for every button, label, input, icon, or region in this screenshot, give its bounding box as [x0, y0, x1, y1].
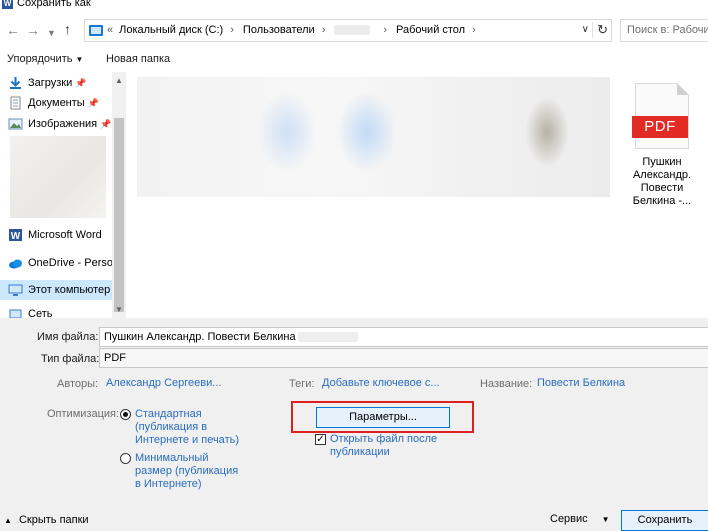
pdf-badge: PDF	[632, 116, 688, 138]
address-bar[interactable]: « Локальный диск (C:) › Пользователи › ›…	[84, 19, 612, 42]
recent-dropdown-icon[interactable]: ▼	[47, 25, 56, 41]
back-arrow-icon[interactable]: ←	[6, 22, 20, 38]
title-value[interactable]: Повести Белкина	[537, 377, 625, 389]
sidebar-item-label: OneDrive - Personal	[28, 257, 116, 269]
window-title: Сохранить как	[17, 0, 91, 9]
hide-folders-label: Скрыть папки	[18, 514, 89, 526]
title-bar: W Сохранить как	[0, 0, 708, 14]
sidebar-item-documents[interactable]: Документы 📌	[8, 93, 116, 113]
caret-up-icon: ▲	[4, 516, 12, 525]
forward-arrow-icon[interactable]: →	[26, 22, 40, 38]
word-app-icon: W	[2, 0, 13, 9]
annotation-highlight-box	[291, 401, 474, 433]
filename-blurred-part	[297, 332, 358, 343]
option-minimal-line: в Интернете)	[135, 478, 202, 490]
computer-icon	[89, 25, 103, 36]
filename-value: Пушкин Александр. Повести Белкина	[104, 331, 296, 343]
page-fold	[677, 83, 689, 95]
option-standard-line: Стандартная	[135, 408, 202, 420]
filename-label: Имя файла:	[37, 331, 99, 343]
option-standard-text[interactable]: Стандартная (публикация в Интернете и пе…	[135, 408, 239, 447]
open-after-publish-line: публикации	[330, 446, 390, 458]
word-icon: W	[8, 228, 23, 242]
search-input[interactable]: Поиск в: Рабочий стол	[620, 19, 708, 42]
svg-text:W: W	[11, 231, 21, 242]
filetype-select[interactable]: PDF	[99, 348, 708, 368]
breadcrumb: « Локальный диск (C:) › Пользователи › ›…	[107, 24, 485, 36]
filetype-label: Тип файла:	[41, 353, 100, 365]
sidebar-item-word[interactable]: W Microsoft Word	[8, 225, 116, 245]
sidebar-item-onedrive[interactable]: OneDrive - Personal	[8, 253, 116, 273]
sidebar-item-label: Загрузки	[28, 77, 73, 89]
option-minimal-line: Минимальный	[135, 452, 209, 464]
sidebar-scrollbar[interactable]: ▲ ▼	[112, 72, 126, 318]
hide-folders-toggle[interactable]: ▲ Скрыть папки	[4, 514, 89, 526]
onedrive-icon	[8, 256, 23, 270]
pin-icon[interactable]: 📌	[88, 98, 99, 109]
scroll-down-icon[interactable]: ▼	[115, 305, 123, 314]
filename-input[interactable]: Пушкин Александр. Повести Белкина	[99, 327, 708, 347]
refresh-icon[interactable]: ↻	[592, 22, 608, 38]
pdf-file-icon[interactable]: PDF	[632, 83, 689, 149]
crumb-desktop[interactable]: Рабочий стол	[396, 24, 465, 36]
chevron-down-icon[interactable]: ∨	[582, 24, 589, 35]
computer-icon	[8, 283, 23, 297]
pin-icon[interactable]: 📌	[75, 78, 86, 89]
overflow-chevron-icon[interactable]: «	[107, 24, 113, 36]
chevron-right-icon[interactable]: ›	[383, 24, 387, 36]
sidebar-item-label: Microsoft Word	[28, 229, 102, 241]
blurred-sidebar-region	[10, 136, 106, 218]
open-after-publish-text[interactable]: Открыть файл после публикации	[330, 433, 437, 459]
service-menu[interactable]: Сервис ▼	[550, 513, 610, 525]
file-name-label[interactable]: Пушкин Александр. Повести Белкина -...	[628, 156, 696, 208]
sidebar-item-downloads[interactable]: Загрузки 📌	[8, 73, 116, 93]
option-minimal-line: размер (публикация	[135, 465, 239, 477]
open-after-publish-checkbox[interactable]: ✓	[315, 434, 326, 445]
organize-label: Упорядочить	[7, 53, 73, 65]
chevron-right-icon[interactable]: ›	[230, 24, 234, 36]
sidebar-item-pictures[interactable]: Изображения 📌	[8, 114, 116, 134]
optimize-label: Оптимизация:	[47, 408, 120, 420]
up-arrow-icon[interactable]: ↑	[64, 21, 71, 37]
blurred-files-region	[137, 77, 610, 197]
radio-minimal[interactable]	[120, 453, 131, 464]
sidebar-item-label: Документы	[28, 97, 85, 109]
chevron-right-icon[interactable]: ›	[322, 24, 326, 36]
option-minimal-text[interactable]: Минимальный размер (публикация в Интерне…	[135, 452, 238, 491]
sidebar-item-label: Этот компьютер	[28, 284, 111, 296]
crumb-users[interactable]: Пользователи	[243, 24, 315, 36]
new-folder-button[interactable]: Новая папка	[106, 53, 170, 65]
sidebar-item-this-pc[interactable]: Этот компьютер	[0, 280, 112, 300]
title-label: Название:	[480, 378, 533, 390]
authors-value[interactable]: Александр Сергееви...	[106, 377, 221, 389]
pictures-icon	[8, 117, 23, 131]
save-button[interactable]: Сохранить	[621, 510, 708, 531]
authors-label: Авторы:	[57, 378, 99, 390]
crumb-username-blurred[interactable]	[334, 25, 371, 35]
option-standard-line: Интернете и печать)	[135, 434, 239, 446]
scroll-up-icon[interactable]: ▲	[115, 76, 123, 85]
chevron-right-icon[interactable]: ›	[472, 24, 476, 36]
open-after-publish-line: Открыть файл после	[330, 433, 438, 445]
pin-icon[interactable]: 📌	[100, 119, 111, 130]
caret-down-icon: ▼	[75, 55, 84, 64]
sidebar-item-label: Изображения	[28, 118, 98, 130]
service-label: Сервис	[550, 513, 588, 525]
crumb-drive[interactable]: Локальный диск (C:)	[119, 24, 223, 36]
tags-label: Теги:	[289, 378, 315, 390]
radio-standard[interactable]	[120, 409, 131, 420]
caret-down-icon: ▼	[601, 515, 610, 524]
option-standard-line: (публикация в	[135, 421, 208, 433]
documents-icon	[8, 96, 23, 110]
download-arrow-icon	[8, 76, 23, 90]
tags-input[interactable]: Добавьте ключевое с...	[322, 377, 440, 389]
scrollbar-thumb[interactable]	[114, 118, 124, 312]
organize-menu[interactable]: Упорядочить ▼	[7, 53, 83, 65]
